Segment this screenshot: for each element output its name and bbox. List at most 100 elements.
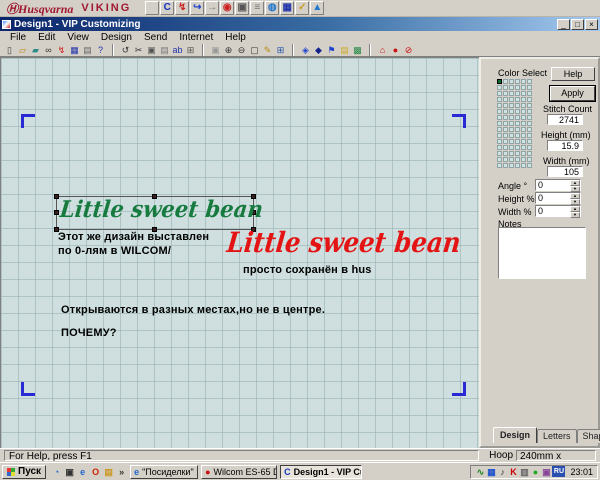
color-swatch[interactable] xyxy=(521,79,526,84)
print-icon[interactable]: ▤ xyxy=(81,43,94,56)
color-swatch[interactable] xyxy=(527,97,532,102)
color-swatch[interactable] xyxy=(503,115,508,120)
color-swatch[interactable] xyxy=(503,163,508,168)
color-swatch[interactable] xyxy=(515,157,520,162)
color-swatch[interactable] xyxy=(527,157,532,162)
width-pct-spinner[interactable]: 0 ▲▼ xyxy=(535,205,581,217)
letters-icon[interactable]: ab xyxy=(171,43,184,56)
spin-down-icon[interactable]: ▼ xyxy=(570,212,580,218)
window-app-icon[interactable]: ▦ xyxy=(486,466,496,478)
close-button[interactable]: × xyxy=(585,19,598,30)
color-swatch[interactable] xyxy=(515,85,520,90)
color-swatch[interactable] xyxy=(515,121,520,126)
color-swatch[interactable] xyxy=(527,109,532,114)
color-swatch[interactable] xyxy=(497,145,502,150)
color-swatch[interactable] xyxy=(509,127,514,132)
undo-icon[interactable]: ↺ xyxy=(119,43,132,56)
annotation-text[interactable]: Этот же дизайн выставлен xyxy=(58,231,209,243)
menu-help[interactable]: Help xyxy=(219,32,252,43)
selection-handle[interactable] xyxy=(54,210,59,215)
user-icon[interactable]: ▲ xyxy=(310,1,324,15)
color-swatch[interactable] xyxy=(497,85,502,90)
context-help-icon[interactable]: ? xyxy=(94,43,107,56)
title-bar[interactable]: Design1 - VIP Customizing _ □ × xyxy=(0,17,600,31)
taskbar-button-design1[interactable]: C Design1 - VIP Customi... xyxy=(280,465,362,479)
color-swatch[interactable] xyxy=(503,127,508,132)
blank-icon[interactable] xyxy=(145,1,159,15)
color-swatch[interactable] xyxy=(515,91,520,96)
note-icon[interactable]: ▤ xyxy=(338,43,351,56)
color-swatch[interactable] xyxy=(521,127,526,132)
notes-input[interactable] xyxy=(498,227,586,279)
color-swatch[interactable] xyxy=(515,97,520,102)
color-swatch[interactable] xyxy=(521,85,526,90)
menu-view[interactable]: View xyxy=(61,32,95,43)
color-swatch[interactable] xyxy=(503,91,508,96)
color-swatch[interactable] xyxy=(509,121,514,126)
color-swatch[interactable] xyxy=(503,85,508,90)
color-swatch[interactable] xyxy=(515,115,520,120)
color-swatch[interactable] xyxy=(509,133,514,138)
selection-handle[interactable] xyxy=(54,194,59,199)
color-swatch[interactable] xyxy=(515,133,520,138)
color-swatch[interactable] xyxy=(515,79,520,84)
bobbin-icon[interactable]: ◉ xyxy=(220,1,234,15)
color-swatch[interactable] xyxy=(515,139,520,144)
color-swatch[interactable] xyxy=(527,91,532,96)
new-icon[interactable]: ▯ xyxy=(3,43,16,56)
color-swatch[interactable] xyxy=(521,145,526,150)
color-swatch[interactable] xyxy=(515,163,520,168)
green-status-icon[interactable]: ● xyxy=(530,466,540,478)
color-swatch[interactable] xyxy=(515,127,520,132)
paint-app-icon[interactable]: ▣ xyxy=(541,466,551,478)
color-swatch[interactable] xyxy=(497,91,502,96)
start-button[interactable]: Пуск xyxy=(2,465,46,479)
color-swatch[interactable] xyxy=(503,145,508,150)
color-swatch[interactable] xyxy=(521,103,526,108)
minimize-button[interactable]: _ xyxy=(557,19,570,30)
flag-icon[interactable]: ⚑ xyxy=(325,43,338,56)
color-swatch[interactable] xyxy=(497,115,502,120)
grid-icon[interactable]: ⊞ xyxy=(184,43,197,56)
copy-icon[interactable]: ▣ xyxy=(145,43,158,56)
color-swatch[interactable] xyxy=(521,97,526,102)
tab-shapes[interactable]: Shapes xyxy=(577,429,600,443)
color-swatch[interactable] xyxy=(509,157,514,162)
color-swatch[interactable] xyxy=(521,115,526,120)
app-dark-icon[interactable]: ▣ xyxy=(64,466,75,478)
color-swatch[interactable] xyxy=(509,79,514,84)
color-swatch[interactable] xyxy=(509,145,514,150)
antivirus-icon[interactable]: ∿ xyxy=(475,466,485,478)
color-swatch[interactable] xyxy=(497,109,502,114)
view-3d-icon[interactable]: ◈ xyxy=(299,43,312,56)
volume-icon[interactable]: ♪ xyxy=(497,466,507,478)
open-icon[interactable]: ▱ xyxy=(16,43,29,56)
ie-icon[interactable]: e xyxy=(77,466,88,478)
color-swatch[interactable] xyxy=(509,91,514,96)
list-icon[interactable]: ≡ xyxy=(250,1,264,15)
color-swatch[interactable] xyxy=(497,133,502,138)
color-swatch[interactable] xyxy=(503,157,508,162)
color-swatch[interactable] xyxy=(497,151,502,156)
pointer-icon[interactable]: → xyxy=(205,1,219,15)
color-swatch[interactable] xyxy=(527,145,532,150)
color-swatch[interactable] xyxy=(509,151,514,156)
color-swatch[interactable] xyxy=(497,157,502,162)
stitch-graph-icon[interactable]: ↯ xyxy=(175,1,189,15)
embroidery-text-red[interactable]: Little sweet bean xyxy=(225,226,462,259)
thread-hook-icon[interactable]: ↪ xyxy=(190,1,204,15)
color-swatch[interactable] xyxy=(515,145,520,150)
color-swatch[interactable] xyxy=(521,121,526,126)
design-canvas[interactable]: Little sweet bean Little sweet bean Этот… xyxy=(0,57,479,448)
desktop-icon[interactable]: ◔ xyxy=(51,466,62,478)
realistic-icon[interactable]: ● xyxy=(389,43,402,56)
draw-icon[interactable]: ✎ xyxy=(261,43,274,56)
menu-internet[interactable]: Internet xyxy=(173,32,219,43)
stop-icon[interactable]: ⊘ xyxy=(402,43,415,56)
color-swatch[interactable] xyxy=(515,103,520,108)
wilcom-c-icon[interactable]: C xyxy=(160,1,174,15)
color-swatch[interactable] xyxy=(521,157,526,162)
color-swatch[interactable] xyxy=(515,109,520,114)
color-swatch[interactable] xyxy=(509,163,514,168)
color-swatch[interactable] xyxy=(527,163,532,168)
